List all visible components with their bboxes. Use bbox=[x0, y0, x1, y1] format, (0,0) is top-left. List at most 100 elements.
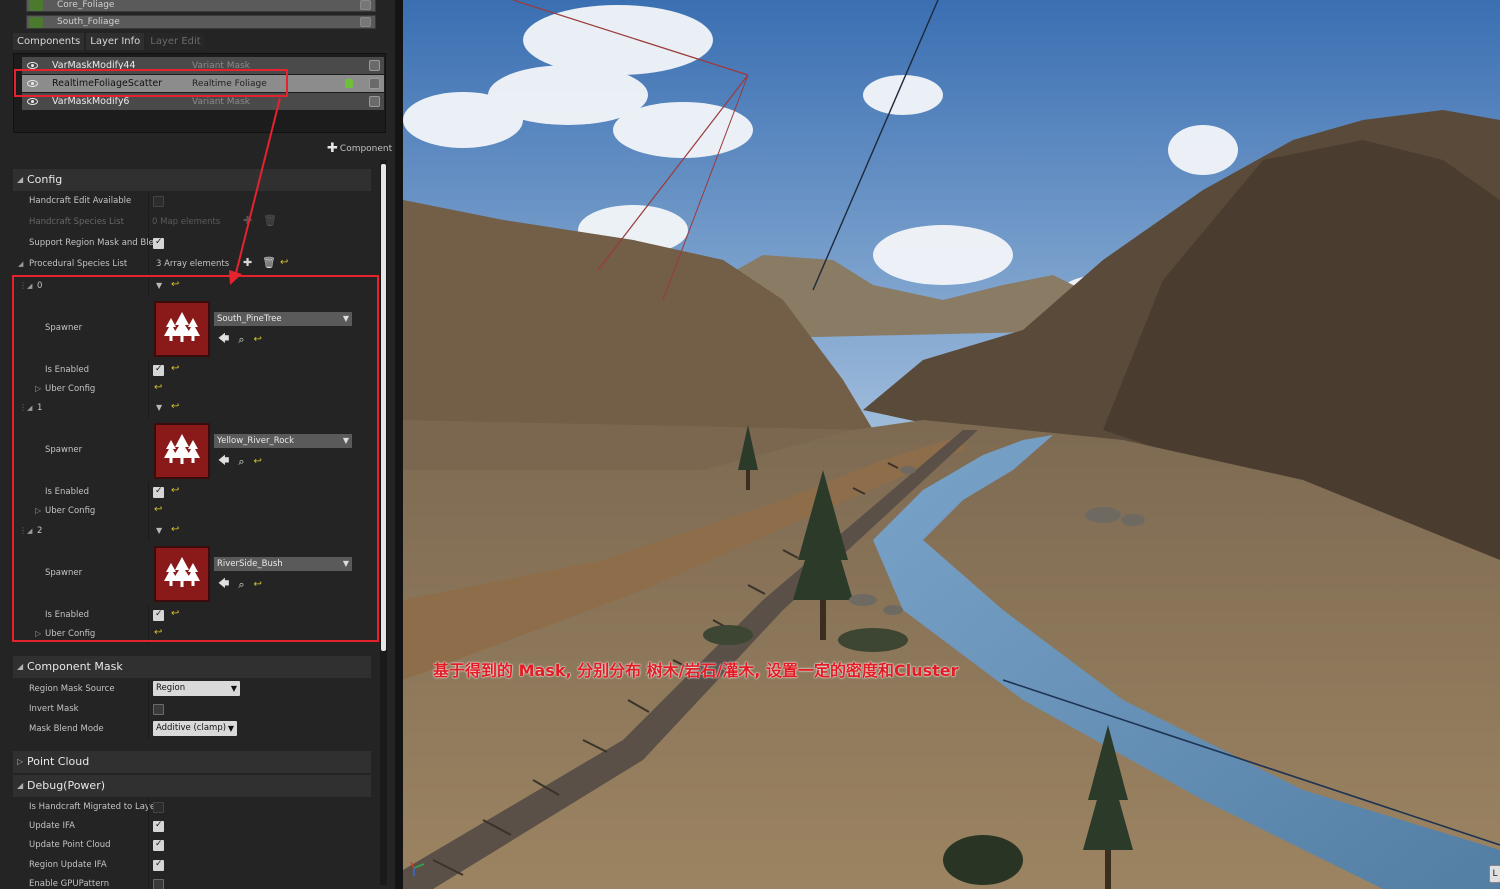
browse-search-icon[interactable]: ⌕ bbox=[238, 455, 244, 469]
handcraft-edit-checkbox[interactable] bbox=[153, 196, 164, 207]
visibility-eye-icon[interactable] bbox=[22, 58, 42, 73]
spawner-thumbnail[interactable] bbox=[154, 301, 210, 357]
expand-arrow-icon[interactable]: ◢ bbox=[18, 254, 23, 274]
panel-splitter[interactable] bbox=[395, 0, 403, 889]
use-selected-arrow-icon[interactable]: 🡄 bbox=[218, 330, 229, 349]
spawner-asset-dropdown[interactable]: RiverSide_Bush ▼ bbox=[214, 557, 352, 571]
reset-arrow-icon[interactable]: ↩ bbox=[171, 524, 179, 535]
component-row-varmaskmodify6[interactable]: VarMaskModify6 Variant Mask bbox=[22, 93, 384, 110]
spawner-thumbnail[interactable] bbox=[154, 546, 210, 602]
prop-is-handcraft-migrated: Is Handcraft Migrated to Layer bbox=[13, 797, 371, 817]
is-enabled-checkbox[interactable] bbox=[153, 364, 164, 376]
reset-arrow-icon[interactable]: ↩ bbox=[171, 485, 179, 496]
mask-blend-mode-dropdown[interactable]: Additive (clamp) ▼ bbox=[153, 721, 237, 736]
prop-enable-gpupattern: Enable GPUPattern bbox=[13, 874, 371, 889]
visibility-eye-icon[interactable] bbox=[22, 76, 42, 91]
pine-trees-icon bbox=[164, 557, 200, 587]
species-element-1-header: ⋮ ◢ 1 ▼ ↩ bbox=[13, 398, 371, 418]
reset-arrow-icon[interactable]: ↩ bbox=[171, 401, 179, 412]
spawner-asset-dropdown[interactable]: Yellow_River_Rock ▼ bbox=[214, 434, 352, 448]
spawner-thumbnail[interactable] bbox=[154, 423, 210, 479]
layer-row-south-foliage[interactable]: South_Foliage bbox=[26, 15, 376, 29]
visibility-eye-icon[interactable] bbox=[22, 94, 42, 109]
is-handcraft-migrated-checkbox[interactable] bbox=[153, 802, 164, 813]
reset-arrow-icon[interactable]: ↩ bbox=[154, 504, 162, 515]
reset-arrow-icon[interactable]: ↩ bbox=[171, 363, 179, 374]
reset-arrow-icon[interactable]: ↩ bbox=[171, 608, 179, 619]
prop-update-point-cloud: Update Point Cloud bbox=[13, 835, 371, 855]
scrollbar-thumb[interactable] bbox=[381, 164, 386, 651]
annotation-arrow-icon bbox=[229, 97, 281, 285]
component-name: RealtimeFoliageScatter bbox=[52, 78, 163, 89]
component-checkbox[interactable] bbox=[369, 60, 380, 71]
section-header-config[interactable]: ◢ Config bbox=[13, 169, 371, 191]
support-region-mask-checkbox[interactable] bbox=[153, 237, 164, 249]
update-ifa-checkbox[interactable] bbox=[153, 820, 164, 832]
prop-handcraft-species-list: Handcraft Species List 0 Map elements ✚ … bbox=[13, 212, 371, 232]
element-menu-arrow-icon[interactable]: ▼ bbox=[156, 526, 162, 535]
viewport-corner-button[interactable]: L bbox=[1489, 865, 1500, 883]
drag-grip-icon[interactable]: ⋮ bbox=[19, 281, 27, 290]
prop-label: Is Enabled bbox=[45, 610, 89, 620]
region-mask-source-dropdown[interactable]: Region ▼ bbox=[153, 681, 240, 696]
expand-arrow-icon[interactable]: ◢ bbox=[27, 398, 32, 418]
reset-arrow-icon[interactable]: ↩ bbox=[254, 456, 262, 467]
invert-mask-checkbox[interactable] bbox=[153, 704, 164, 715]
is-enabled-checkbox[interactable] bbox=[153, 486, 164, 498]
component-checkbox[interactable] bbox=[369, 96, 380, 107]
add-component-button[interactable]: ✚ Component bbox=[327, 141, 392, 156]
expand-arrow-icon[interactable]: ▷ bbox=[35, 624, 41, 644]
species-0-uber-config[interactable]: ▷ Uber Config ↩ bbox=[13, 379, 371, 399]
species-2-uber-config[interactable]: ▷ Uber Config ↩ bbox=[13, 624, 371, 644]
section-header-point-cloud[interactable]: ▷ Point Cloud bbox=[13, 751, 371, 773]
tab-layer-info[interactable]: Layer Info bbox=[86, 33, 145, 50]
use-selected-arrow-icon[interactable]: 🡄 bbox=[218, 575, 229, 594]
section-header-debug[interactable]: ◢ Debug(Power) bbox=[13, 775, 371, 797]
species-1-uber-config[interactable]: ▷ Uber Config ↩ bbox=[13, 501, 371, 521]
spawner-asset-dropdown[interactable]: South_PineTree ▼ bbox=[214, 312, 352, 326]
prop-procedural-species-list: ◢ Procedural Species List 3 Array elemen… bbox=[13, 254, 371, 274]
prop-label: Update Point Cloud bbox=[29, 840, 111, 850]
layer-name: Core_Foliage bbox=[57, 0, 115, 10]
reset-arrow-icon[interactable]: ↩ bbox=[254, 579, 262, 590]
update-point-cloud-checkbox[interactable] bbox=[153, 839, 164, 851]
tab-layer-edit[interactable]: Layer Edit bbox=[146, 33, 205, 50]
chevron-down-icon: ▼ bbox=[342, 314, 349, 323]
collapse-arrow-icon: ◢ bbox=[17, 781, 24, 790]
reset-arrow-icon[interactable]: ↩ bbox=[154, 627, 162, 638]
is-enabled-checkbox[interactable] bbox=[153, 609, 164, 621]
region-update-ifa-checkbox[interactable] bbox=[153, 859, 164, 871]
component-checkbox[interactable] bbox=[369, 78, 380, 89]
asset-name: RiverSide_Bush bbox=[217, 559, 283, 569]
component-row-realtimefoliagescatter[interactable]: RealtimeFoliageScatter Realtime Foliage bbox=[22, 75, 384, 92]
use-selected-arrow-icon[interactable]: 🡄 bbox=[218, 452, 229, 471]
browse-search-icon[interactable]: ⌕ bbox=[238, 578, 244, 592]
prop-label: Uber Config bbox=[45, 506, 96, 516]
dropdown-value: Region bbox=[156, 683, 186, 693]
element-menu-arrow-icon[interactable]: ▼ bbox=[156, 403, 162, 412]
expand-arrow-icon[interactable]: ◢ bbox=[27, 521, 32, 541]
expand-arrow-icon[interactable]: ▷ bbox=[35, 501, 41, 521]
drag-grip-icon[interactable]: ⋮ bbox=[19, 526, 27, 535]
prop-label: Invert Mask bbox=[29, 704, 79, 714]
drag-grip-icon[interactable]: ⋮ bbox=[19, 403, 27, 412]
section-header-component-mask[interactable]: ◢ Component Mask bbox=[13, 656, 371, 678]
layer-toggle[interactable] bbox=[360, 0, 371, 10]
reset-arrow-icon[interactable]: ↩ bbox=[154, 382, 162, 393]
section-title: Config bbox=[27, 173, 63, 186]
prop-value: 0 Map elements bbox=[152, 217, 221, 227]
level-viewport[interactable] bbox=[403, 0, 1500, 889]
tab-components[interactable]: Components bbox=[13, 33, 85, 50]
expand-arrow-icon[interactable]: ◢ bbox=[27, 276, 32, 296]
reset-arrow-icon[interactable]: ↩ bbox=[254, 334, 262, 345]
layer-row-core-foliage[interactable]: Core_Foliage bbox=[26, 0, 376, 12]
element-menu-arrow-icon[interactable]: ▼ bbox=[156, 281, 162, 290]
expand-arrow-icon[interactable]: ▷ bbox=[35, 379, 41, 399]
component-row-varmaskmodify44[interactable]: VarMaskModify44 Variant Mask bbox=[22, 57, 384, 74]
asset-tools: 🡄 ⌕ ↩ bbox=[218, 330, 262, 349]
enable-gpupattern-checkbox[interactable] bbox=[153, 879, 164, 889]
section-title: Point Cloud bbox=[27, 755, 90, 768]
reset-arrow-icon[interactable]: ↩ bbox=[171, 279, 179, 290]
browse-search-icon[interactable]: ⌕ bbox=[238, 333, 244, 347]
layer-toggle[interactable] bbox=[360, 17, 371, 27]
